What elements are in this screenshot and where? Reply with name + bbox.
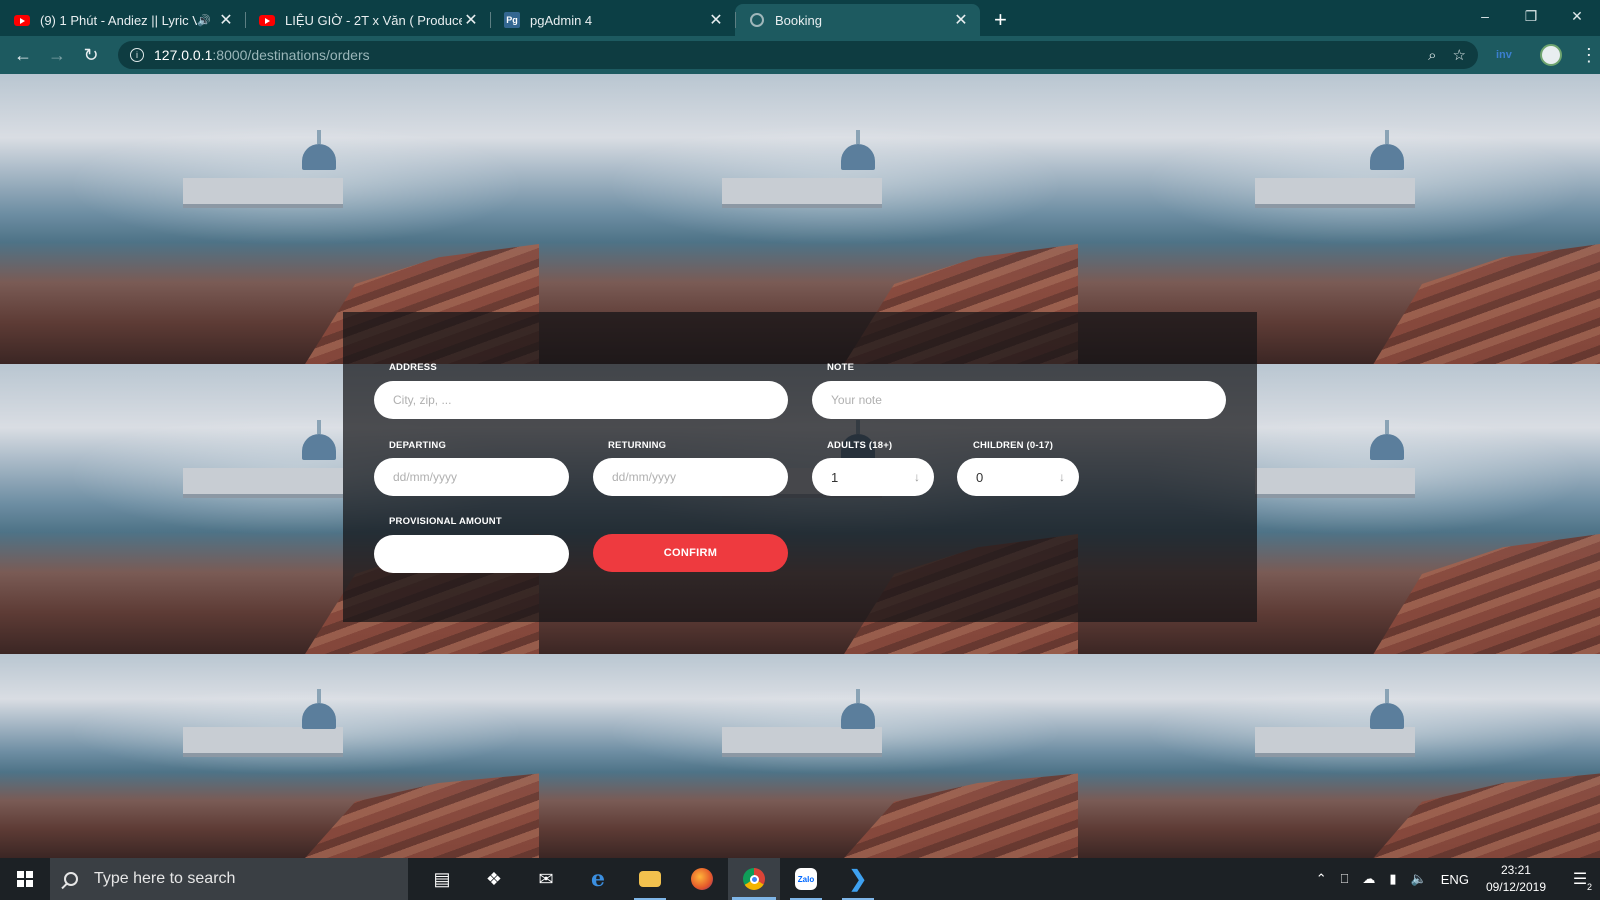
close-tab-icon[interactable]: ✕ xyxy=(707,10,725,30)
notification-center-icon[interactable]: ☰ 2 xyxy=(1560,858,1600,900)
reload-icon[interactable]: ↻ xyxy=(74,38,108,72)
adults-value: 1 xyxy=(831,469,839,485)
new-tab-button[interactable]: + xyxy=(994,4,1007,36)
minimize-icon[interactable]: – xyxy=(1462,0,1508,32)
dropbox-icon[interactable]: ❖ xyxy=(468,858,520,900)
battery-icon[interactable]: ▮ xyxy=(1389,871,1396,887)
close-window-icon[interactable]: ✕ xyxy=(1554,0,1600,32)
star-icon[interactable]: ☆ xyxy=(1453,46,1466,64)
extension-icon[interactable]: inv xyxy=(1496,49,1512,61)
provisional-amount-label: PROVISIONAL AMOUNT xyxy=(389,516,502,527)
confirm-button[interactable]: CONFIRM xyxy=(593,534,788,572)
youtube-icon xyxy=(259,12,275,28)
start-button[interactable] xyxy=(0,858,50,900)
profile-avatar[interactable] xyxy=(1539,44,1562,66)
tab-title: LIỆU GIỜ - 2T x Văn ( Produced b xyxy=(285,12,462,28)
youtube-icon xyxy=(14,12,30,28)
address-bar[interactable]: i 127.0.0.1:8000/destinations/orders ⌕ ☆ xyxy=(118,41,1478,69)
vscode-icon[interactable]: ❯ xyxy=(832,858,884,900)
url-host: 127.0.0.1 xyxy=(154,47,213,63)
volume-icon[interactable]: 🔈 xyxy=(1411,871,1427,887)
address-label: ADDRESS xyxy=(389,362,437,373)
tab-title: pgAdmin 4 xyxy=(530,12,593,28)
search-icon xyxy=(64,872,78,886)
browser-tab-pgadmin[interactable]: Pg pgAdmin 4 ✕ xyxy=(490,4,735,36)
chrome-icon[interactable] xyxy=(728,858,780,900)
note-label: NOTE xyxy=(827,362,855,373)
speaker-icon[interactable]: 🔊 xyxy=(197,14,211,27)
notification-count: 2 xyxy=(1586,882,1592,892)
note-input[interactable]: Your note xyxy=(812,381,1226,419)
close-tab-icon[interactable]: ✕ xyxy=(952,10,970,30)
network-icon[interactable]: ⎕ xyxy=(1341,871,1349,887)
window-controls: – ❐ ✕ xyxy=(1462,0,1600,32)
globe-icon xyxy=(749,12,765,28)
adults-select[interactable]: 1 ↓ xyxy=(812,458,934,496)
browser-tab-strip: (9) 1 Phút - Andiez || Lyric Vi 🔊 ✕ LIỆU… xyxy=(0,0,1600,36)
departing-date-input[interactable]: dd/mm/yyyy xyxy=(374,458,569,496)
forward-arrow-icon[interactable]: → xyxy=(40,38,74,72)
close-tab-icon[interactable]: ✕ xyxy=(462,10,480,30)
url-path: :8000/destinations/orders xyxy=(212,47,370,63)
firefox-icon[interactable] xyxy=(676,858,728,900)
taskbar-search-box[interactable]: Type here to search xyxy=(50,858,408,900)
file-explorer-icon[interactable] xyxy=(624,858,676,900)
zoom-icon[interactable]: ⌕ xyxy=(1428,47,1436,64)
system-tray: ⌃ ⎕ ☁ ▮ 🔈 ENG 23:21 09/12/2019 ☰ 2 xyxy=(1309,858,1600,900)
restore-icon[interactable]: ❐ xyxy=(1508,0,1554,32)
windows-taskbar: Type here to search ▤ ❖ ✉ e Zalo ❯ ⌃ ⎕ ☁… xyxy=(0,858,1600,900)
mail-icon[interactable]: ✉ xyxy=(520,858,572,900)
clock[interactable]: 23:21 09/12/2019 xyxy=(1486,862,1546,896)
browser-tab-booking[interactable]: Booking ✕ xyxy=(735,4,980,36)
arrow-down-icon: ↓ xyxy=(1059,470,1065,484)
edge-browser-icon[interactable]: e xyxy=(572,858,624,900)
children-select[interactable]: 0 ↓ xyxy=(957,458,1079,496)
zalo-icon[interactable]: Zalo xyxy=(780,858,832,900)
background-image xyxy=(1078,654,1600,858)
returning-label: RETURNING xyxy=(608,440,667,451)
address-input[interactable]: City, zip, ... xyxy=(374,381,788,419)
browser-tab-youtube-1[interactable]: (9) 1 Phút - Andiez || Lyric Vi 🔊 ✕ xyxy=(0,4,245,36)
background-image xyxy=(539,654,1078,858)
browser-tab-youtube-2[interactable]: LIỆU GIỜ - 2T x Văn ( Produced b ✕ xyxy=(245,4,490,36)
children-value: 0 xyxy=(976,469,984,485)
more-menu-icon[interactable]: ⋮ xyxy=(1580,45,1598,66)
tab-title: Booking xyxy=(775,12,822,28)
booking-form: ADDRESS City, zip, ... NOTE Your note DE… xyxy=(343,312,1257,622)
departing-label: DEPARTING xyxy=(389,440,447,451)
pgadmin-icon: Pg xyxy=(504,12,520,28)
back-arrow-icon[interactable]: ← xyxy=(6,38,40,72)
search-placeholder: Type here to search xyxy=(94,870,236,887)
browser-toolbar: ← → ↻ i 127.0.0.1:8000/destinations/orde… xyxy=(0,36,1600,74)
info-icon[interactable]: i xyxy=(130,48,144,62)
task-view-icon[interactable]: ▤ xyxy=(416,858,468,900)
returning-date-input[interactable]: dd/mm/yyyy xyxy=(593,458,788,496)
clock-time: 23:21 xyxy=(1500,863,1531,877)
clock-date: 09/12/2019 xyxy=(1485,880,1546,894)
background-image xyxy=(0,654,539,858)
tab-title: (9) 1 Phút - Andiez || Lyric Vi xyxy=(40,12,198,28)
onedrive-cloud-icon[interactable]: ☁ xyxy=(1362,871,1375,887)
chevron-up-icon[interactable]: ⌃ xyxy=(1316,871,1327,887)
provisional-amount-field xyxy=(374,535,569,573)
arrow-down-icon: ↓ xyxy=(914,470,920,484)
children-label: CHILDREN (0-17) xyxy=(973,440,1054,451)
close-tab-icon[interactable]: ✕ xyxy=(217,10,235,30)
windows-logo-icon xyxy=(17,871,33,887)
adults-label: ADULTS (18+) xyxy=(827,440,893,451)
language-indicator[interactable]: ENG xyxy=(1441,872,1469,887)
